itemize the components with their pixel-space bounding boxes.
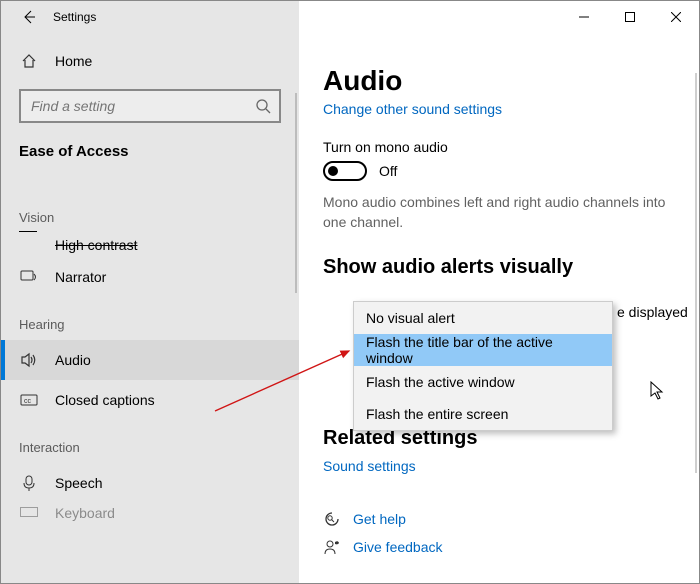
titlebar: Settings (1, 1, 699, 33)
get-help-link[interactable]: Get help (353, 511, 406, 527)
narrator-label: Narrator (55, 269, 106, 285)
high-contrast-label: High contrast (55, 237, 137, 253)
svg-text:cc: cc (24, 398, 32, 405)
titlebar-left: Settings (1, 1, 299, 33)
narrator-icon (19, 267, 39, 287)
search-box[interactable] (19, 89, 281, 123)
speech-icon (19, 473, 39, 493)
behind-dropdown-text: e displayed (617, 304, 688, 320)
keyboard-icon (19, 503, 39, 523)
sidebar-scrollbar[interactable] (295, 93, 297, 293)
sidebar-item-closed-captions[interactable]: cc Closed captions (1, 380, 299, 420)
dropdown-option-flash-window[interactable]: Flash the active window (354, 366, 612, 398)
keyboard-label: Keyboard (55, 505, 115, 521)
window-controls (561, 1, 699, 33)
dropdown-option-flash-screen[interactable]: Flash the entire screen (354, 398, 612, 430)
dropdown-option-no-alert[interactable]: No visual alert (354, 302, 612, 334)
audio-label: Audio (55, 352, 91, 368)
speech-label: Speech (55, 475, 102, 491)
hearing-heading: Hearing (1, 297, 299, 340)
feedback-row[interactable]: Give feedback (323, 538, 667, 556)
dropdown-option-flash-titlebar[interactable]: Flash the title bar of the active window (354, 334, 612, 366)
help-icon (323, 510, 341, 528)
give-feedback-link[interactable]: Give feedback (353, 539, 443, 555)
closed-captions-label: Closed captions (55, 392, 155, 408)
sidebar-item-home[interactable]: Home (1, 41, 299, 81)
search-input[interactable] (29, 97, 255, 115)
sidebar-item-high-contrast[interactable]: High contrast (1, 233, 299, 257)
sidebar-item-speech[interactable]: Speech (1, 463, 299, 503)
mono-audio-label: Turn on mono audio (323, 139, 667, 155)
main-scrollbar[interactable] (695, 73, 697, 473)
visual-alert-dropdown[interactable]: No visual alert Flash the title bar of t… (353, 301, 613, 431)
minimize-button[interactable] (561, 1, 607, 33)
change-sound-settings-link[interactable]: Change other sound settings (323, 101, 667, 117)
get-help-row[interactable]: Get help (323, 510, 667, 528)
closed-captions-icon: cc (19, 390, 39, 410)
sidebar-item-narrator[interactable]: Narrator (1, 257, 299, 297)
audio-icon (19, 350, 39, 370)
sound-settings-link[interactable]: Sound settings (323, 458, 667, 474)
window-title: Settings (53, 10, 96, 24)
back-icon[interactable] (19, 7, 39, 27)
mono-audio-description: Mono audio combines left and right audio… (323, 193, 667, 232)
mono-audio-toggle[interactable] (323, 161, 367, 181)
interaction-heading: Interaction (1, 420, 299, 463)
search-icon (255, 98, 271, 114)
home-icon (19, 51, 39, 71)
maximize-button[interactable] (607, 1, 653, 33)
toggle-thumb (328, 166, 338, 176)
search-wrap (19, 89, 281, 123)
sidebar-item-keyboard[interactable]: Keyboard (1, 503, 299, 523)
feedback-icon (323, 538, 341, 556)
close-button[interactable] (653, 1, 699, 33)
sidebar-home-label: Home (55, 53, 92, 69)
alerts-heading: Show audio alerts visually (323, 256, 667, 279)
toggle-state-label: Off (379, 163, 397, 179)
mono-audio-toggle-row: Off (323, 161, 667, 181)
sidebar: Home Ease of Access Vision High contrast… (1, 33, 299, 583)
category-title: Ease of Access (1, 129, 299, 164)
vision-heading: Vision (1, 190, 299, 233)
titlebar-right (299, 1, 699, 33)
page-title: Audio (323, 65, 667, 97)
sidebar-item-audio[interactable]: Audio (1, 340, 299, 380)
